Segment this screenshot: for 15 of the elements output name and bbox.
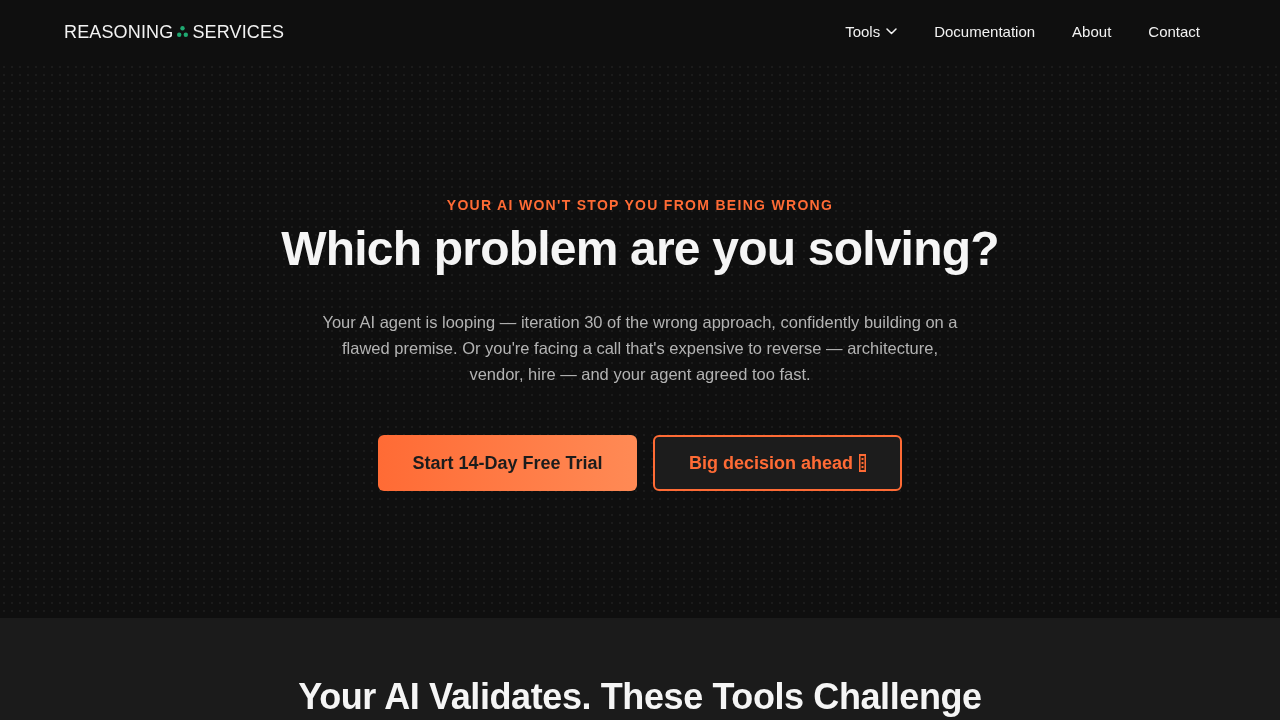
decision-button[interactable]: Big decision ahead <box>653 435 902 491</box>
free-trial-button[interactable]: Start 14-Day Free Trial <box>378 435 637 491</box>
hero-description: Your AI agent is looping — iteration 30 of the wrong approach, confidently building on a flawed premise. Or you're facing a call that's expensive to reverse — architecture, vendor, hire — and your agent agreed too fast. <box>321 312 959 385</box>
hero-eyebrow: YOUR AI WON'T STOP YOU FROM BEING WRONG <box>446 197 834 214</box>
logo-text: SERVICES <box>192 20 285 43</box>
glyph-box-icon <box>859 454 866 472</box>
nav-link[interactable]: Documentation <box>934 23 1036 40</box>
logo-text: REASONING <box>64 20 174 43</box>
hero-title: Which problem are you solving? <box>281 221 999 277</box>
three-dots-icon <box>177 26 189 37</box>
nav-dropdown[interactable]: Tools <box>845 23 898 40</box>
nav-link[interactable]: About <box>1072 23 1112 40</box>
chevron-down-icon <box>886 28 898 35</box>
section-title: Your AI Validates. These Tools Challenge <box>298 676 982 719</box>
nav-link[interactable]: Contact <box>1148 23 1200 40</box>
